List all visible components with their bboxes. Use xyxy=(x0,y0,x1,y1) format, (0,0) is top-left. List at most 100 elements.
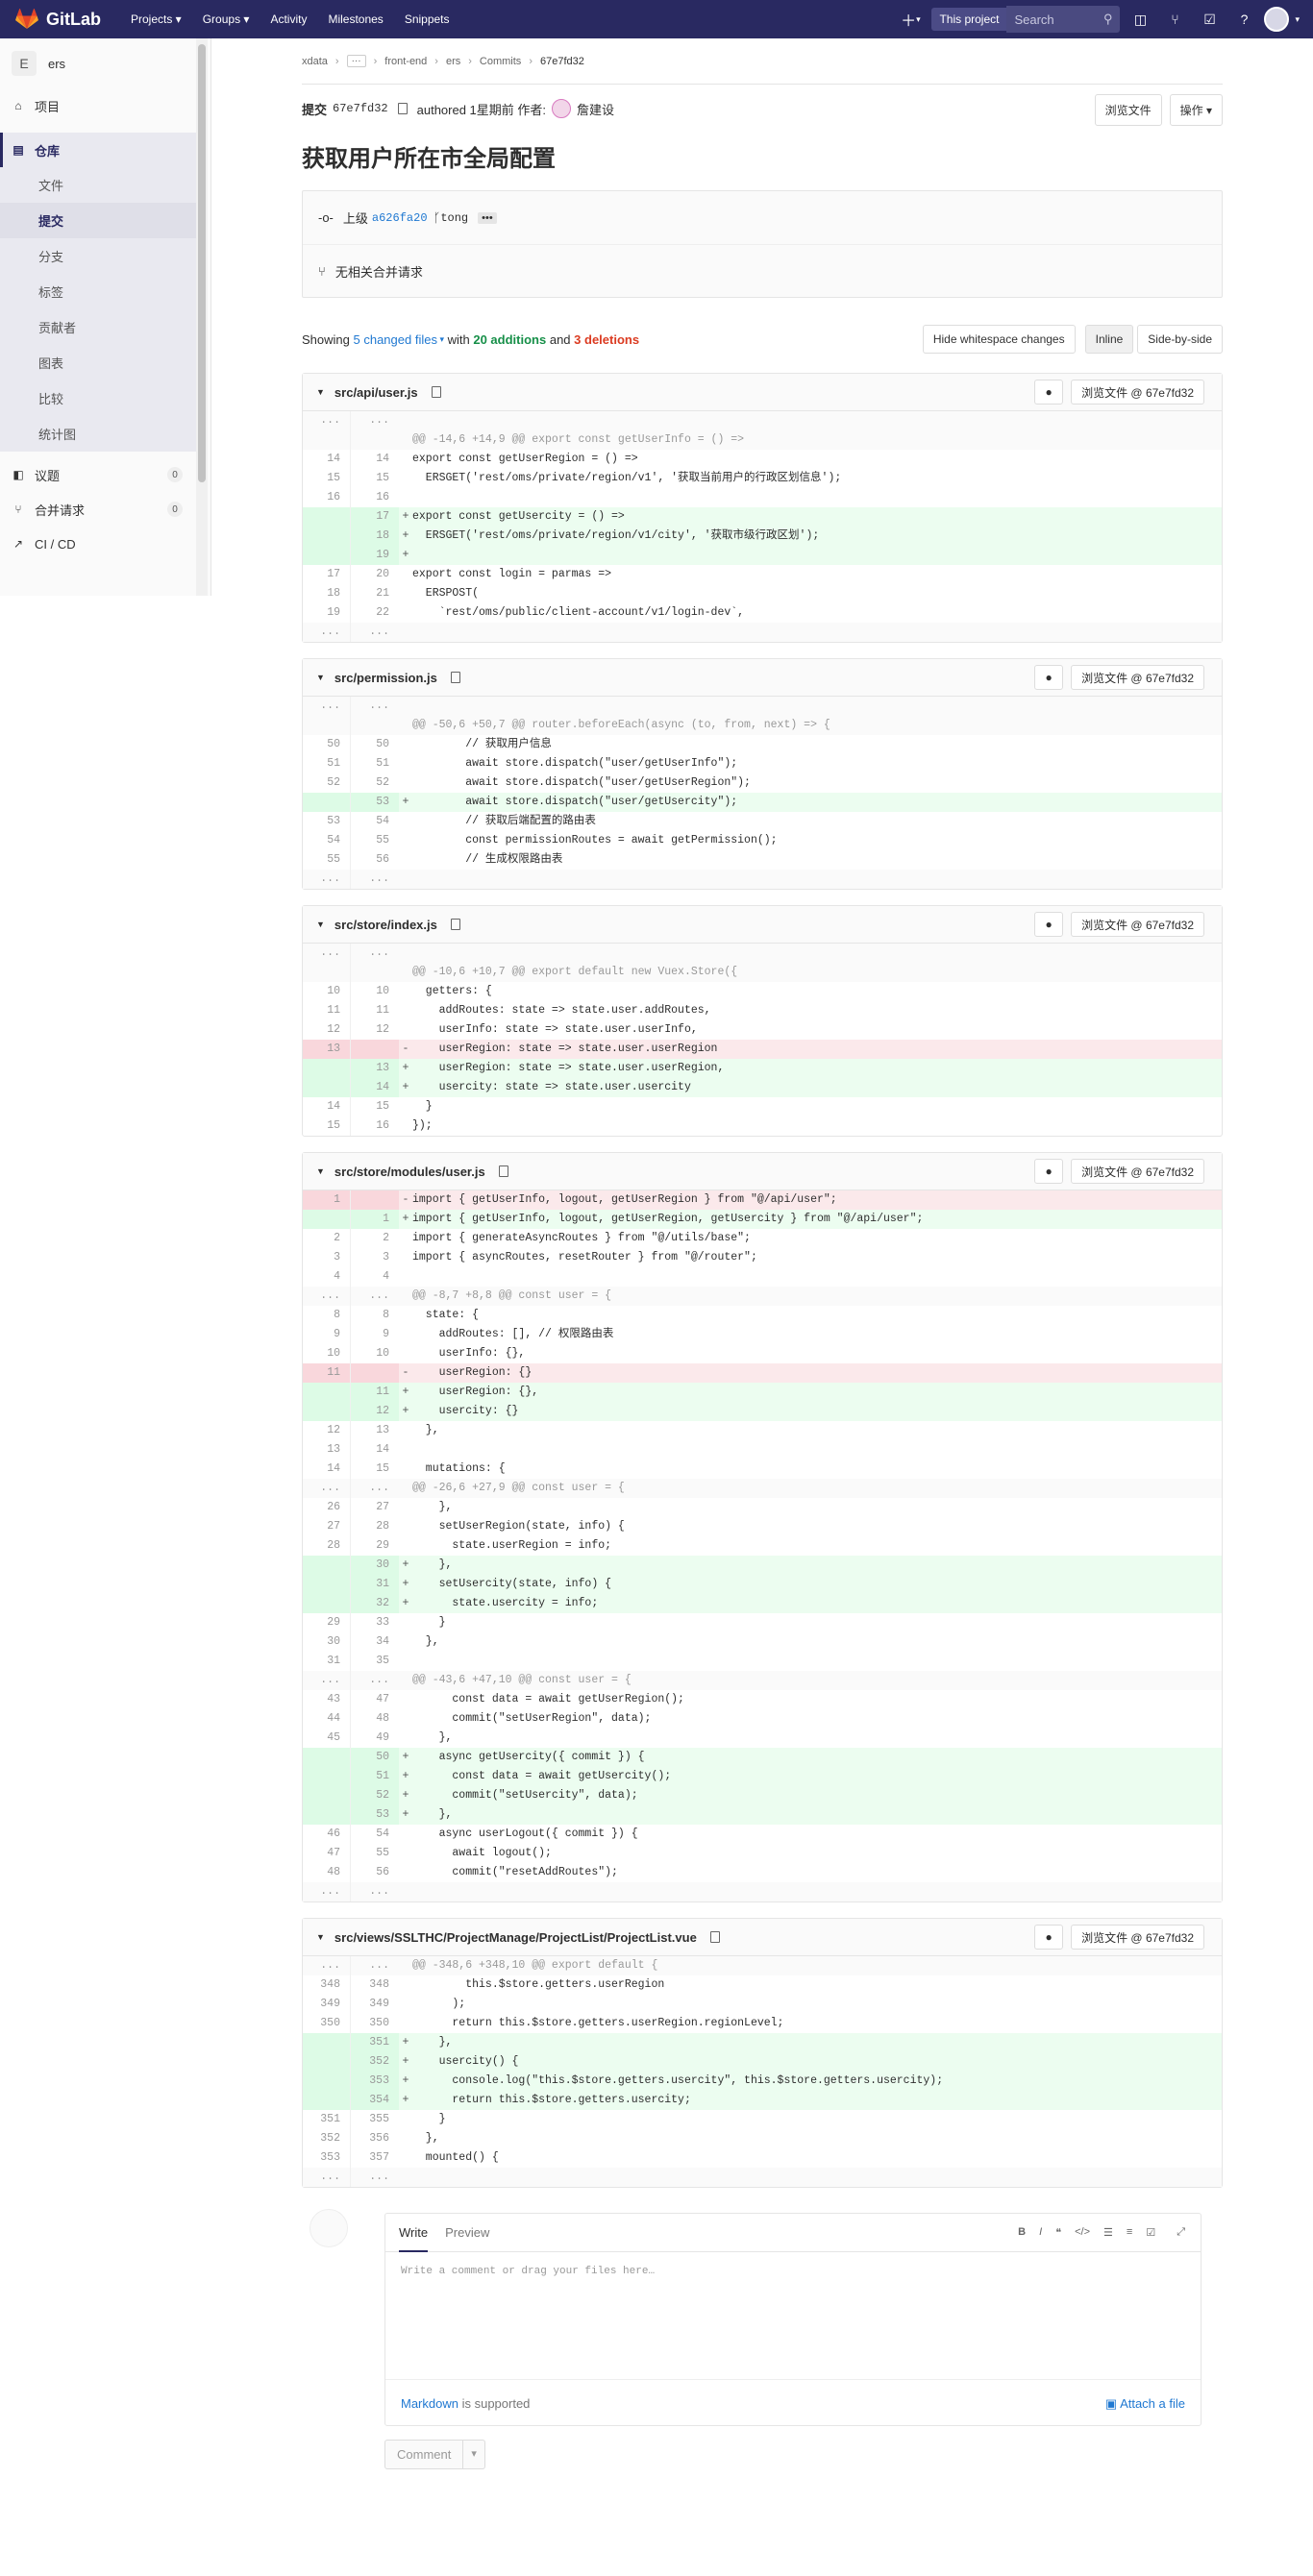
diff-expand-line[interactable]: ...... xyxy=(303,623,1222,642)
diff-hunk-header[interactable]: @@ -50,6 +50,7 @@ router.beforeEach(asyn… xyxy=(303,716,1222,735)
old-line-number[interactable]: ... xyxy=(303,944,351,963)
new-line-number[interactable] xyxy=(351,1363,399,1383)
new-line-number[interactable]: 49 xyxy=(351,1729,399,1748)
old-line-number[interactable]: 14 xyxy=(303,1097,351,1116)
chevron-down-icon[interactable]: ▼ xyxy=(316,673,325,682)
search-scope-badge[interactable]: This project xyxy=(931,8,1007,31)
view-file-button[interactable]: 浏览文件 @ 67e7fd32 xyxy=(1071,665,1204,690)
diff-hunk-header[interactable]: ...... @@ -348,6 +348,10 @@ export defaul… xyxy=(303,1956,1222,1975)
new-line-number[interactable]: ... xyxy=(351,697,399,716)
old-line-number[interactable]: 18 xyxy=(303,584,351,603)
attach-file-button[interactable]: ▣ Attach a file xyxy=(1105,2396,1185,2412)
new-line-number[interactable]: 16 xyxy=(351,488,399,507)
old-line-number[interactable] xyxy=(303,1786,351,1805)
new-line-number[interactable]: ... xyxy=(351,1479,399,1498)
new-line-number[interactable] xyxy=(351,430,399,450)
old-line-number[interactable]: 51 xyxy=(303,754,351,773)
new-line-number[interactable]: 30 xyxy=(351,1556,399,1575)
old-line-number[interactable]: 16 xyxy=(303,488,351,507)
copy-icon[interactable] xyxy=(498,1165,508,1177)
old-line-number[interactable]: 10 xyxy=(303,982,351,1001)
old-line-number[interactable]: 352 xyxy=(303,2129,351,2148)
bullet-list-icon[interactable]: ☰ xyxy=(1103,2226,1113,2239)
old-line-number[interactable]: 15 xyxy=(303,469,351,488)
old-line-number[interactable]: 45 xyxy=(303,1729,351,1748)
old-line-number[interactable]: 43 xyxy=(303,1690,351,1709)
old-line-number[interactable]: ... xyxy=(303,1882,351,1901)
old-line-number[interactable]: 46 xyxy=(303,1825,351,1844)
gitlab-logo[interactable]: GitLab xyxy=(15,9,121,30)
nav-groups[interactable]: Groups ▾ xyxy=(203,12,250,26)
nav-milestones[interactable]: Milestones xyxy=(328,12,383,26)
copy-icon[interactable] xyxy=(397,103,408,114)
new-line-number[interactable]: 52 xyxy=(351,1786,399,1805)
old-line-number[interactable]: ... xyxy=(303,623,351,642)
comment-textarea[interactable]: Write a comment or drag your files here… xyxy=(385,2252,1201,2379)
old-line-number[interactable]: ... xyxy=(303,1479,351,1498)
comment-icon[interactable]: ● xyxy=(1034,665,1064,690)
fullscreen-icon[interactable]: ⤢ xyxy=(1177,2226,1185,2239)
new-line-number[interactable]: 51 xyxy=(351,1767,399,1786)
chevron-down-icon[interactable]: ▼ xyxy=(316,387,325,397)
diff-expand-line[interactable]: ...... xyxy=(303,2168,1222,2187)
changed-files-dropdown[interactable]: 5 changed files xyxy=(354,332,437,347)
comment-icon[interactable]: ● xyxy=(1034,1159,1064,1184)
new-line-number[interactable]: 12 xyxy=(351,1020,399,1040)
todo-icon[interactable]: ☑ xyxy=(1195,6,1224,33)
bold-icon[interactable]: B xyxy=(1018,2226,1026,2239)
file-path[interactable]: src/store/index.js xyxy=(334,918,437,932)
nav-snippets[interactable]: Snippets xyxy=(405,12,450,26)
new-line-number[interactable]: 22 xyxy=(351,603,399,623)
old-line-number[interactable]: ... xyxy=(303,411,351,430)
commit-author[interactable]: 詹建设 xyxy=(577,100,614,118)
new-line-number[interactable]: 19 xyxy=(351,546,399,565)
new-line-number[interactable]: 55 xyxy=(351,831,399,850)
old-line-number[interactable]: 54 xyxy=(303,831,351,850)
numbered-list-icon[interactable]: ≡ xyxy=(1127,2226,1132,2239)
new-line-number[interactable]: 348 xyxy=(351,1975,399,1995)
new-line-number[interactable]: 354 xyxy=(351,2091,399,2110)
help-icon[interactable]: ? xyxy=(1229,6,1258,33)
chevron-down-icon[interactable]: ▼ xyxy=(316,1166,325,1176)
old-line-number[interactable]: 350 xyxy=(303,2014,351,2033)
old-line-number[interactable] xyxy=(303,1402,351,1421)
new-line-number[interactable]: 29 xyxy=(351,1536,399,1556)
new-line-number[interactable]: 51 xyxy=(351,754,399,773)
new-line-number[interactable]: 52 xyxy=(351,773,399,793)
new-line-number[interactable] xyxy=(351,963,399,982)
view-file-button[interactable]: 浏览文件 @ 67e7fd32 xyxy=(1071,380,1204,405)
new-line-number[interactable]: 54 xyxy=(351,812,399,831)
old-line-number[interactable] xyxy=(303,1556,351,1575)
quote-icon[interactable]: ❝ xyxy=(1055,2226,1061,2239)
old-line-number[interactable] xyxy=(303,1210,351,1229)
old-line-number[interactable] xyxy=(303,1383,351,1402)
new-line-number[interactable]: 11 xyxy=(351,1001,399,1020)
browse-files-button[interactable]: 浏览文件 xyxy=(1094,94,1162,126)
old-line-number[interactable]: 30 xyxy=(303,1632,351,1652)
new-line-number[interactable]: ... xyxy=(351,2168,399,2187)
comment-button[interactable]: Comment xyxy=(384,2440,464,2469)
branch-name[interactable]: tong xyxy=(440,211,468,225)
breadcrumb-subgroup[interactable]: front-end xyxy=(384,56,427,67)
diff-expand-line[interactable]: ...... xyxy=(303,411,1222,430)
old-line-number[interactable] xyxy=(303,793,351,812)
old-line-number[interactable] xyxy=(303,1767,351,1786)
old-line-number[interactable]: 349 xyxy=(303,1995,351,2014)
copy-icon[interactable] xyxy=(709,1931,720,1943)
new-line-number[interactable]: 27 xyxy=(351,1498,399,1517)
new-line-number[interactable]: 18 xyxy=(351,527,399,546)
breadcrumb-project[interactable]: ers xyxy=(446,56,460,67)
old-line-number[interactable]: 8 xyxy=(303,1306,351,1325)
code-icon[interactable]: </> xyxy=(1075,2226,1090,2239)
copy-icon[interactable] xyxy=(450,672,460,683)
old-line-number[interactable]: 348 xyxy=(303,1975,351,1995)
new-line-number[interactable]: 32 xyxy=(351,1594,399,1613)
new-line-number[interactable]: 11 xyxy=(351,1383,399,1402)
old-line-number[interactable]: 1 xyxy=(303,1190,351,1210)
diff-expand-line[interactable]: ...... xyxy=(303,944,1222,963)
old-line-number[interactable]: 15 xyxy=(303,1116,351,1136)
sidebar-sub-charts[interactable]: 统计图 xyxy=(0,416,196,452)
nav-activity[interactable]: Activity xyxy=(270,12,307,26)
comment-icon[interactable]: ● xyxy=(1034,1925,1064,1950)
options-dropdown-button[interactable]: 操作 ▾ xyxy=(1169,94,1223,126)
